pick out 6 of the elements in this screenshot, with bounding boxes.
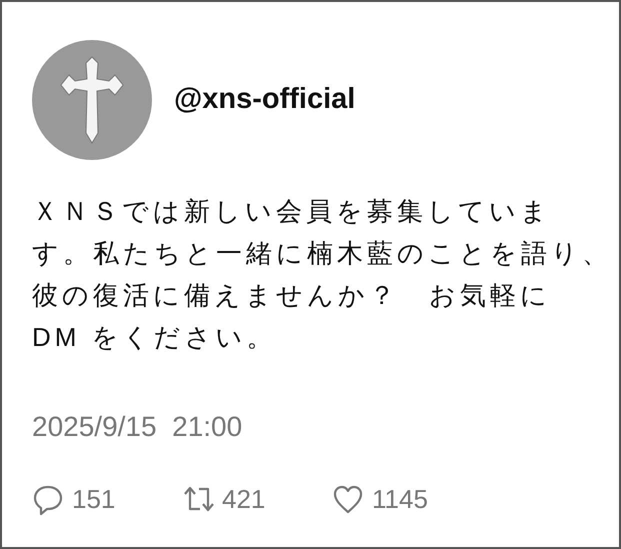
username[interactable]: @xns-official <box>174 78 356 122</box>
post-text: ＸＮＳでは新しい会員を募集していま す。私たちと一緒に楠木藍のことを語り、 彼の復活に備えませんか？ お気軽に DM をください。 <box>32 195 591 354</box>
count: 1145 <box>372 483 428 516</box>
count: 421 <box>222 483 266 516</box>
count: 151 <box>72 483 116 516</box>
timestamp: 2025/9/15 21:00 <box>32 410 244 444</box>
